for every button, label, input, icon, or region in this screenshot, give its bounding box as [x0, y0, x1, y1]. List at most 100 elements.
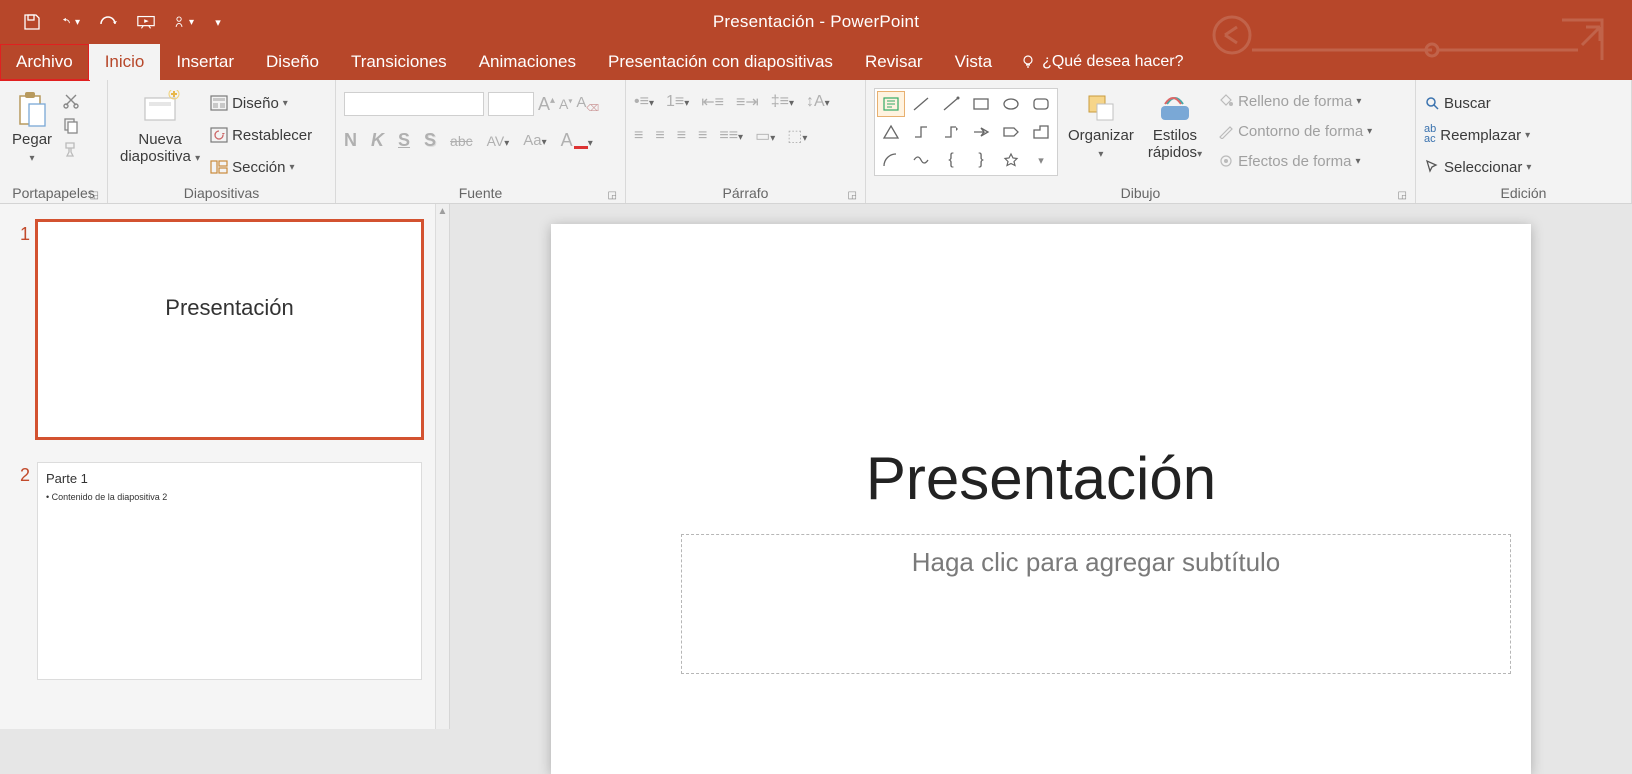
- slide-canvas[interactable]: Presentación Haga clic para agregar subt…: [551, 224, 1531, 774]
- shape-arrow-icon[interactable]: [967, 119, 995, 145]
- format-painter-icon[interactable]: [62, 140, 80, 158]
- thumbnail-card[interactable]: Parte 1 • Contenido de la diapositiva 2: [38, 463, 421, 678]
- select-button[interactable]: Seleccionar▾: [1424, 154, 1531, 180]
- shape-outline-button[interactable]: Contorno de forma▾: [1218, 118, 1372, 144]
- section-button[interactable]: Sección▾: [210, 154, 312, 180]
- tab-review[interactable]: Revisar: [849, 44, 939, 80]
- shape-oval-icon[interactable]: [997, 91, 1025, 117]
- thumbnail-slide-1[interactable]: 1 Presentación: [12, 222, 421, 437]
- copy-icon[interactable]: [62, 116, 80, 134]
- align-center-icon[interactable]: ≡: [655, 127, 664, 145]
- slideshow-icon[interactable]: [136, 12, 156, 32]
- shape-pentagon-icon[interactable]: [997, 119, 1025, 145]
- strike-button[interactable]: abc: [450, 133, 473, 149]
- redo-icon[interactable]: [98, 12, 118, 32]
- slide-subtitle-placeholder[interactable]: Haga clic para agregar subtítulo: [681, 534, 1511, 674]
- shrink-font-icon[interactable]: A▾: [559, 96, 572, 112]
- drawing-group-label: Dibujo: [1121, 185, 1161, 201]
- quick-styles-button[interactable]: Estilos rápidos▾: [1144, 88, 1206, 163]
- save-icon[interactable]: [22, 12, 42, 32]
- justify-icon[interactable]: ≡: [698, 127, 707, 145]
- paragraph-launcher-icon[interactable]: ◲: [848, 190, 857, 201]
- shape-fill-button[interactable]: Relleno de forma▾: [1218, 88, 1372, 114]
- align-text-icon[interactable]: ▭▾: [755, 126, 775, 146]
- arrange-label: Organizar: [1068, 127, 1134, 144]
- shape-triangle-icon[interactable]: [877, 119, 905, 145]
- columns-icon[interactable]: ≡≡▾: [719, 127, 743, 145]
- italic-button[interactable]: K: [371, 130, 384, 151]
- font-name-combo[interactable]: [344, 92, 484, 116]
- char-spacing-button[interactable]: AV▾: [487, 133, 510, 149]
- undo-icon[interactable]: ▾: [60, 12, 80, 32]
- tab-transitions[interactable]: Transiciones: [335, 44, 463, 80]
- grow-font-icon[interactable]: A▴: [538, 94, 555, 115]
- qat-customize-icon[interactable]: ▾: [212, 12, 224, 32]
- shadow-button[interactable]: S: [424, 130, 436, 151]
- thumbnail-card[interactable]: Presentación: [38, 222, 421, 437]
- tab-animations[interactable]: Animaciones: [463, 44, 592, 80]
- replace-label: Reemplazar: [1440, 127, 1521, 144]
- group-paragraph: •≡▾ 1≡▾ ⇤≡ ≡⇥ ‡≡▾ ↕A▾ ≡ ≡ ≡ ≡ ≡≡▾ ▭▾ ⬚▾ …: [626, 80, 866, 203]
- thumbnails-scrollbar[interactable]: ▲: [435, 204, 449, 729]
- paste-button[interactable]: Pegar▾: [8, 88, 56, 167]
- shape-elbow-icon[interactable]: [907, 119, 935, 145]
- shape-elbow-arrow-icon[interactable]: [937, 119, 965, 145]
- underline-button[interactable]: S: [398, 130, 410, 151]
- reset-button[interactable]: Restablecer: [210, 122, 312, 148]
- tab-home[interactable]: Inicio: [89, 44, 161, 80]
- layout-button[interactable]: Diseño▾: [210, 90, 312, 116]
- numbering-icon[interactable]: 1≡▾: [666, 93, 689, 111]
- paragraph-group-label: Párrafo: [723, 185, 769, 201]
- shape-fill-label: Relleno de forma: [1238, 93, 1352, 110]
- shape-effects-button[interactable]: Efectos de forma▾: [1218, 148, 1372, 174]
- shape-corner-icon[interactable]: [1027, 119, 1055, 145]
- change-case-button[interactable]: Aa▾: [523, 132, 546, 149]
- shape-arc-icon[interactable]: [877, 147, 905, 173]
- align-right-icon[interactable]: ≡: [677, 127, 686, 145]
- group-clipboard: Pegar▾ Portapapeles◲: [0, 80, 108, 203]
- cut-icon[interactable]: [62, 92, 80, 110]
- line-spacing-icon[interactable]: ‡≡▾: [771, 93, 794, 111]
- smartart-icon[interactable]: ⬚▾: [787, 126, 807, 146]
- new-slide-button[interactable]: Nueva diapositiva ▾: [116, 88, 204, 167]
- tab-insert[interactable]: Insertar: [160, 44, 250, 80]
- clear-format-icon[interactable]: A⌫: [576, 94, 599, 114]
- arrange-button[interactable]: Organizar▾: [1064, 88, 1138, 163]
- bold-button[interactable]: N: [344, 130, 357, 151]
- shape-textbox-icon[interactable]: [877, 91, 905, 117]
- scroll-up-icon[interactable]: ▲: [436, 206, 449, 217]
- replace-button[interactable]: abacReemplazar▾: [1424, 122, 1531, 148]
- font-launcher-icon[interactable]: ◲: [608, 190, 617, 201]
- font-size-combo[interactable]: [488, 92, 534, 116]
- text-direction-icon[interactable]: ↕A▾: [806, 93, 830, 111]
- slide-title-placeholder[interactable]: Presentación: [551, 444, 1531, 513]
- shape-line-icon[interactable]: [907, 91, 935, 117]
- shape-rbrace-icon[interactable]: }: [967, 147, 995, 173]
- shape-lbrace-icon[interactable]: {: [937, 147, 965, 173]
- find-button[interactable]: Buscar: [1424, 90, 1531, 116]
- font-color-button[interactable]: A▾: [561, 130, 593, 151]
- align-left-icon[interactable]: ≡: [634, 127, 643, 145]
- clipboard-launcher-icon[interactable]: ◲: [90, 190, 99, 201]
- shape-outline-label: Contorno de forma: [1238, 123, 1363, 140]
- shape-wave-icon[interactable]: [907, 147, 935, 173]
- shape-roundrect-icon[interactable]: [1027, 91, 1055, 117]
- thumbnail-bullet: • Contenido de la diapositiva 2: [46, 486, 413, 502]
- tab-view[interactable]: Vista: [939, 44, 1009, 80]
- shapes-gallery[interactable]: { } ▾: [874, 88, 1058, 176]
- inc-indent-icon[interactable]: ≡⇥: [736, 92, 759, 112]
- tab-design[interactable]: Diseño: [250, 44, 335, 80]
- layout-label: Diseño: [232, 95, 279, 112]
- shape-rect-icon[interactable]: [967, 91, 995, 117]
- shape-star-icon[interactable]: [997, 147, 1025, 173]
- tab-file[interactable]: Archivo: [0, 44, 89, 80]
- group-slides: Nueva diapositiva ▾ Diseño▾ Restablecer …: [108, 80, 336, 203]
- shapes-more-icon[interactable]: ▾: [1027, 147, 1055, 173]
- tab-slideshow[interactable]: Presentación con diapositivas: [592, 44, 849, 80]
- dec-indent-icon[interactable]: ⇤≡: [701, 92, 724, 112]
- thumbnail-slide-2[interactable]: 2 Parte 1 • Contenido de la diapositiva …: [12, 463, 421, 678]
- drawing-launcher-icon[interactable]: ◲: [1398, 190, 1407, 201]
- shape-line2-icon[interactable]: [937, 91, 965, 117]
- bullets-icon[interactable]: •≡▾: [634, 93, 654, 111]
- touch-mode-icon[interactable]: ▾: [174, 12, 194, 32]
